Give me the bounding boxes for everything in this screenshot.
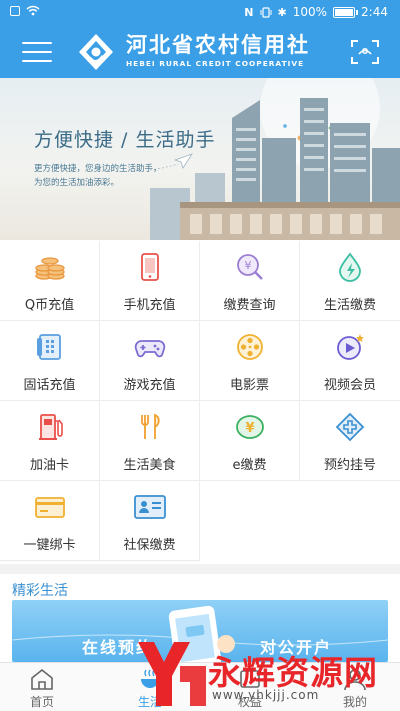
- svg-text:¥: ¥: [245, 421, 254, 436]
- service-social-security[interactable]: 社保缴费: [100, 481, 200, 561]
- fee-search-icon: ¥: [237, 254, 263, 280]
- nav-home[interactable]: 首页: [2, 663, 82, 711]
- service-utility-payment[interactable]: 生活缴费: [300, 241, 400, 321]
- service-video-membership[interactable]: 视频会员: [300, 321, 400, 401]
- banner-title: 方便快捷 / 生活助手: [34, 129, 216, 151]
- banner-subtitle-line: 为您的生活加油添彩。: [34, 178, 120, 188]
- home-icon: [31, 668, 53, 690]
- service-label: 加油卡: [29, 458, 69, 473]
- coins-icon: [35, 257, 65, 280]
- fork-knife-icon: [141, 413, 160, 439]
- banner-subtitle: 更方便快捷，您身边的生活助手， 为您的生活加油添彩。: [34, 162, 162, 190]
- service-label: 缴费查询: [223, 298, 276, 313]
- service-label: 固话充值: [23, 378, 76, 393]
- film-reel-icon: [237, 334, 263, 360]
- section-title: 精彩生活: [12, 583, 68, 599]
- status-bar: N ✱ 100% 2:44: [0, 0, 400, 26]
- service-grid: Q币充值 手机充值 ¥ 缴费查询 生活缴费 固话充值 游戏充值 电影票 视频会员…: [0, 241, 400, 563]
- water-drop-icon: [339, 252, 361, 282]
- service-label: 电影票: [229, 378, 269, 393]
- battery-percent: 100%: [292, 5, 328, 19]
- watermark-text: 永辉资源网: [208, 653, 378, 692]
- phone-icon: [141, 253, 159, 281]
- wifi-icon: [26, 5, 40, 16]
- brand-subtitle: HEBEI RURAL CREDIT COOPERATIVE: [126, 59, 305, 68]
- video-play-icon: [337, 334, 364, 360]
- service-bind-card[interactable]: 一键绑卡: [0, 481, 100, 561]
- city-skyline-illustration: [149, 78, 400, 240]
- fuel-icon: [39, 414, 63, 440]
- service-qq-coin-recharge[interactable]: Q币充值: [0, 241, 100, 321]
- service-label: e缴费: [232, 458, 267, 473]
- bank-card-icon: [35, 497, 65, 518]
- watermark-logo: [138, 642, 206, 706]
- id-card-icon: [134, 495, 166, 519]
- service-label: 游戏充值: [123, 378, 176, 393]
- service-landline-recharge[interactable]: 固话充值: [0, 321, 100, 401]
- service-appointment-registration[interactable]: 预约挂号: [300, 401, 400, 481]
- service-label: 一键绑卡: [23, 538, 76, 553]
- nfc-icon: N: [244, 5, 254, 19]
- service-label: 预约挂号: [323, 458, 376, 473]
- scan-button[interactable]: [350, 38, 380, 66]
- service-food[interactable]: 生活美食: [100, 401, 200, 481]
- service-e-payment[interactable]: ¥ e缴费: [200, 401, 300, 481]
- promo-banner[interactable]: 方便快捷 / 生活助手 更方便快捷，您身边的生活助手， 为您的生活加油添彩。: [0, 78, 400, 240]
- service-label: 生活美食: [123, 458, 176, 473]
- service-fuel-card[interactable]: 加油卡: [0, 401, 100, 481]
- service-label: Q币充值: [24, 298, 75, 313]
- battery-icon: [333, 6, 359, 18]
- service-movie-ticket[interactable]: 电影票: [200, 321, 300, 401]
- bluetooth-icon: ✱: [277, 5, 287, 19]
- e-pay-icon: ¥: [236, 415, 264, 439]
- brand-name: 河北省农村信用社 HEBEI RURAL CREDIT COOPERATIVE: [126, 32, 331, 69]
- watermark: 永辉资源网 www.yhkjjj.com: [130, 636, 400, 711]
- service-fee-query[interactable]: ¥ 缴费查询: [200, 241, 300, 321]
- medical-cross-icon: [335, 412, 365, 442]
- vibrate-icon: [260, 6, 272, 18]
- service-label: 视频会员: [323, 378, 376, 393]
- bank-logo-icon: [79, 34, 113, 70]
- clock: 2:44: [361, 5, 388, 19]
- banner-subtitle-line: 更方便快捷，您身边的生活助手，: [34, 164, 162, 174]
- app-header: 河北省农村信用社 HEBEI RURAL CREDIT COOPERATIVE: [0, 26, 400, 78]
- service-mobile-recharge[interactable]: 手机充值: [100, 241, 200, 321]
- notification-icon: [10, 5, 20, 16]
- service-label: 生活缴费: [323, 298, 376, 313]
- svg-text:¥: ¥: [245, 259, 252, 272]
- service-label: 手机充值: [123, 298, 176, 313]
- brand-title: 河北省农村信用社: [126, 32, 310, 57]
- watermark-url: www.yhkjjj.com: [212, 688, 320, 702]
- service-game-recharge[interactable]: 游戏充值: [100, 321, 200, 401]
- landline-icon: [37, 334, 61, 360]
- menu-button[interactable]: [22, 40, 54, 64]
- nav-label: 首页: [29, 695, 54, 709]
- section-divider: [0, 564, 400, 574]
- gamepad-icon: [134, 340, 166, 358]
- service-label: 社保缴费: [123, 538, 176, 553]
